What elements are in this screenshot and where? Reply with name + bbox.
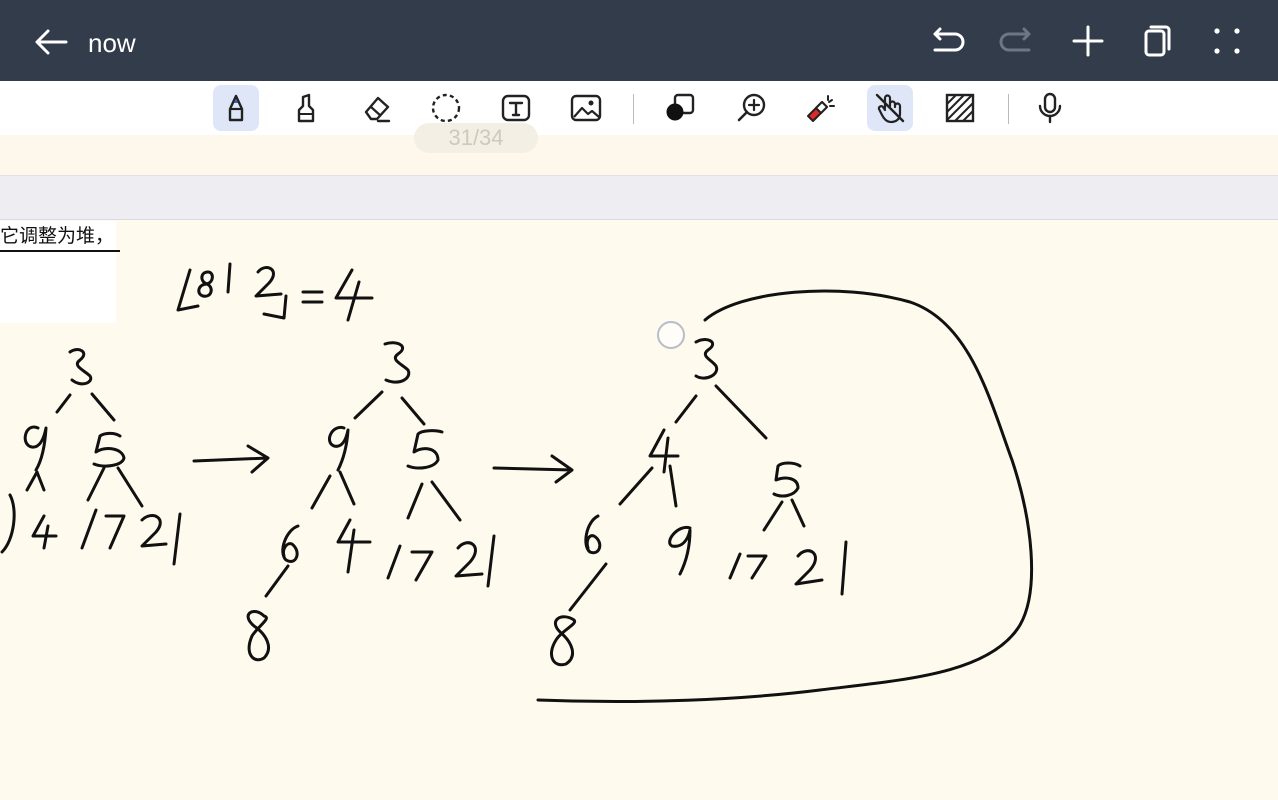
arrow-1 bbox=[192, 444, 270, 474]
heap-tree-3 bbox=[550, 338, 848, 667]
handwriting-ink-layer bbox=[0, 262, 1034, 704]
stylus-cursor bbox=[657, 321, 685, 349]
arrow-2 bbox=[492, 454, 574, 484]
heap-tree-1 bbox=[0, 348, 182, 566]
heap-tree-2 bbox=[246, 341, 496, 662]
floor-division-formula bbox=[176, 262, 374, 322]
